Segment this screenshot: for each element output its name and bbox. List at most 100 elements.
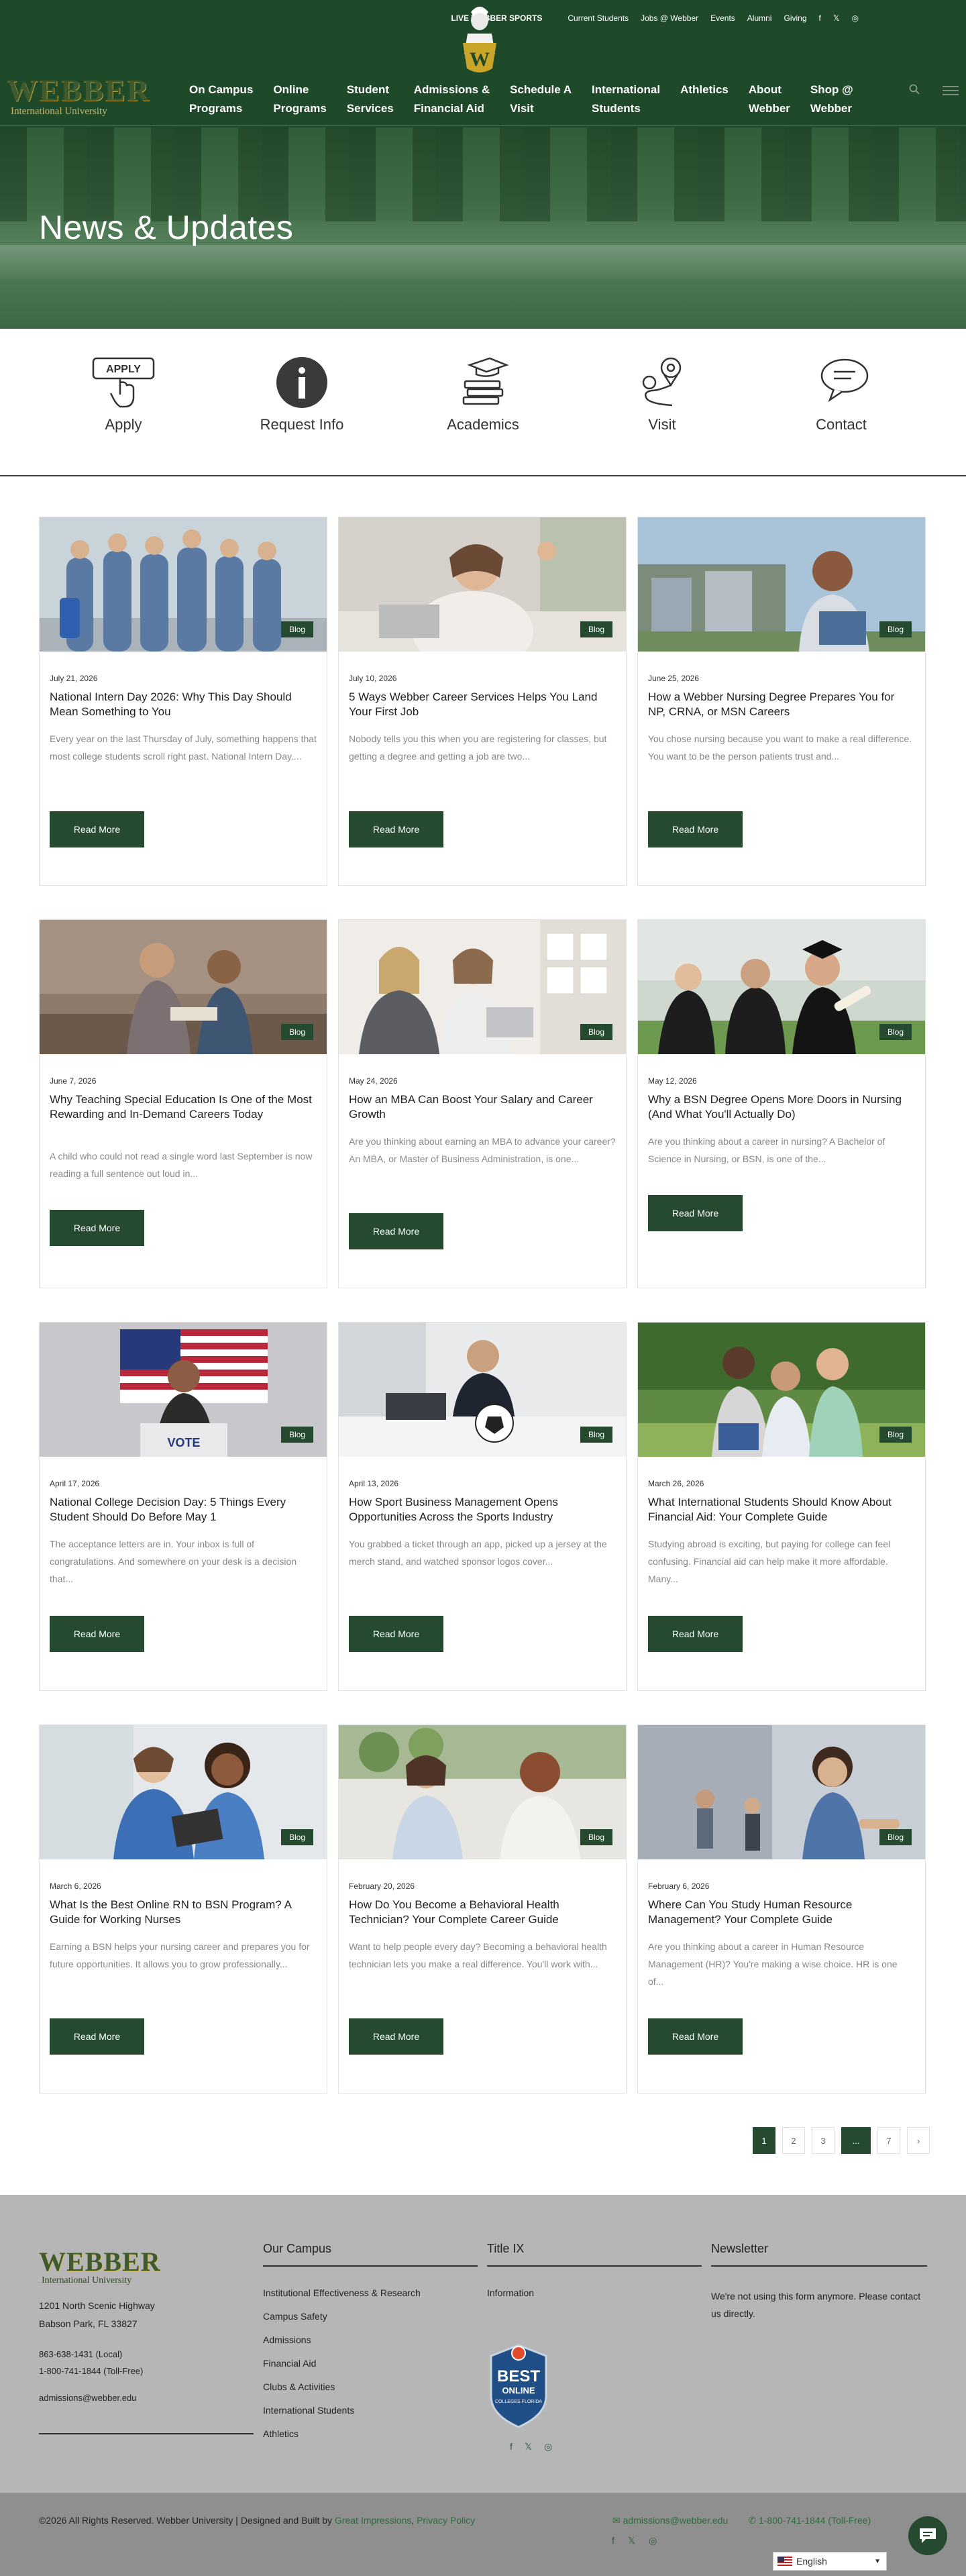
post-title[interactable]: National College Decision Day: 5 Things …	[50, 1495, 317, 1525]
category-tag[interactable]: Blog	[280, 1829, 313, 1845]
current-students-link[interactable]: Current Students	[568, 13, 629, 23]
quick-link-apply[interactable]: APPLY Apply	[56, 356, 191, 433]
category-tag[interactable]: Blog	[879, 1829, 912, 1845]
read-more-button[interactable]: Read More	[50, 1210, 144, 1246]
jobs-link[interactable]: Jobs @ Webber	[641, 13, 698, 23]
read-more-button[interactable]: Read More	[50, 1616, 144, 1652]
category-tag[interactable]: Blog	[580, 1427, 612, 1443]
nav-student-services[interactable]: Student Services	[347, 81, 394, 118]
best-online-colleges-badge[interactable]: BEST ONLINE COLLEGES FLORIDA	[487, 2344, 550, 2428]
nav-schedule-visit[interactable]: Schedule A Visit	[510, 81, 572, 118]
link-title-ix-information[interactable]: Information	[487, 2287, 534, 2298]
read-more-button[interactable]: Read More	[349, 811, 443, 847]
read-more-button[interactable]: Read More	[349, 1616, 443, 1652]
alumni-link[interactable]: Alumni	[747, 13, 772, 23]
link-admissions[interactable]: Admissions	[263, 2334, 311, 2345]
category-tag[interactable]: Blog	[879, 1427, 912, 1443]
read-more-button[interactable]: Read More	[349, 2018, 443, 2055]
read-more-button[interactable]: Read More	[50, 2018, 144, 2055]
nav-athletics[interactable]: Athletics	[680, 81, 729, 118]
nav-online-programs[interactable]: Online Programs	[273, 81, 326, 118]
link-campus-safety[interactable]: Campus Safety	[263, 2311, 327, 2322]
post-title[interactable]: Why a BSN Degree Opens More Doors in Nur…	[648, 1092, 915, 1122]
read-more-button[interactable]: Read More	[648, 2018, 743, 2055]
language-select[interactable]: English ▼	[773, 2552, 887, 2571]
page-3-button[interactable]: 3	[812, 2127, 835, 2154]
link-institutional-effectiveness[interactable]: Institutional Effectiveness & Research	[263, 2287, 421, 2298]
quick-link-label: Contact	[816, 416, 867, 433]
site-logo[interactable]: WEBBER International University	[7, 75, 150, 117]
chat-widget-button[interactable]	[908, 2516, 947, 2555]
search-icon[interactable]	[909, 84, 920, 95]
hamburger-menu-icon[interactable]	[943, 86, 959, 97]
bottom-email-link[interactable]: ✉ admissions@webber.edu	[612, 2515, 728, 2526]
twitter-icon[interactable]: 𝕏	[628, 2535, 635, 2546]
facebook-icon[interactable]: f	[510, 2441, 513, 2453]
category-tag[interactable]: Blog	[580, 1829, 612, 1845]
read-more-button[interactable]: Read More	[648, 811, 743, 847]
instagram-icon[interactable]: ◎	[649, 2535, 657, 2546]
footer-logo-subtitle: International University	[42, 2275, 132, 2285]
link-financial-aid[interactable]: Financial Aid	[263, 2358, 316, 2369]
category-tag[interactable]: Blog	[280, 621, 313, 637]
footer-logo[interactable]: WEBBER International University	[39, 2249, 161, 2286]
post-title[interactable]: How a Webber Nursing Degree Prepares You…	[648, 690, 915, 719]
read-more-button[interactable]: Read More	[349, 1213, 443, 1249]
instagram-icon[interactable]: ◎	[852, 13, 859, 23]
quick-link-visit[interactable]: Visit	[595, 356, 729, 433]
category-tag[interactable]: Blog	[879, 1024, 912, 1040]
category-tag[interactable]: Blog	[280, 1427, 313, 1443]
facebook-icon[interactable]: f	[612, 2535, 614, 2546]
post-title[interactable]: Why Teaching Special Education Is One of…	[50, 1092, 317, 1122]
designer-link[interactable]: Great Impressions	[335, 2515, 411, 2526]
page-2-button[interactable]: 2	[782, 2127, 805, 2154]
post-title[interactable]: 5 Ways Webber Career Services Helps You …	[349, 690, 616, 719]
page-1-button[interactable]: 1	[753, 2127, 775, 2154]
books-mortarboard-icon	[462, 357, 509, 405]
post-title[interactable]: Where Can You Study Human Resource Manag…	[648, 1898, 915, 1927]
facebook-icon[interactable]: f	[819, 13, 821, 23]
read-more-button[interactable]: Read More	[648, 1195, 743, 1231]
category-tag[interactable]: Blog	[580, 621, 612, 637]
post-title[interactable]: What Is the Best Online RN to BSN Progra…	[50, 1898, 317, 1927]
nav-shop[interactable]: Shop @ Webber	[810, 81, 853, 118]
link-international-students[interactable]: International Students	[263, 2405, 354, 2416]
nav-admissions[interactable]: Admissions & Financial Aid	[414, 81, 490, 118]
phone-tollfree[interactable]: 1-800-741-1844 (Toll-Free)	[39, 2363, 143, 2379]
warrior-crest-icon[interactable]: W	[451, 4, 508, 76]
page-7-button[interactable]: 7	[877, 2127, 900, 2154]
twitter-icon[interactable]: 𝕏	[833, 13, 840, 23]
news-card: Blog July 10, 2026 5 Ways Webber Career …	[338, 517, 627, 886]
quick-link-academics[interactable]: Academics	[416, 356, 550, 433]
phone-local[interactable]: 863-638-1431 (Local)	[39, 2346, 122, 2363]
instagram-icon[interactable]: ◎	[544, 2441, 552, 2453]
twitter-icon[interactable]: 𝕏	[525, 2441, 532, 2453]
read-more-button[interactable]: Read More	[648, 1616, 743, 1652]
post-title[interactable]: How Sport Business Management Opens Oppo…	[349, 1495, 616, 1525]
nav-international-students[interactable]: International Students	[592, 81, 660, 118]
page-title: News & Updates	[39, 209, 294, 246]
post-title[interactable]: National Intern Day 2026: Why This Day S…	[50, 690, 317, 719]
link-clubs-activities[interactable]: Clubs & Activities	[263, 2381, 335, 2392]
nav-on-campus-programs[interactable]: On Campus Programs	[189, 81, 253, 118]
category-tag[interactable]: Blog	[879, 621, 912, 637]
post-title[interactable]: What International Students Should Know …	[648, 1495, 915, 1525]
giving-link[interactable]: Giving	[784, 13, 806, 23]
link-athletics[interactable]: Athletics	[263, 2428, 299, 2439]
nav-about-webber[interactable]: About Webber	[749, 81, 790, 118]
category-tag[interactable]: Blog	[280, 1024, 313, 1040]
bottom-phone-link[interactable]: ✆ 1-800-741-1844 (Toll-Free)	[748, 2515, 871, 2526]
read-more-button[interactable]: Read More	[50, 811, 144, 847]
footer-email[interactable]: admissions@webber.edu	[39, 2389, 136, 2406]
post-title[interactable]: How Do You Become a Behavioral Health Te…	[349, 1898, 616, 1927]
copyright-bar: ©2026 All Rights Reserved. Webber Univer…	[0, 2493, 966, 2576]
category-tag[interactable]: Blog	[580, 1024, 612, 1040]
quick-link-contact[interactable]: Contact	[774, 356, 908, 433]
page-ellipsis[interactable]: ...	[841, 2127, 871, 2154]
hero-banner: News & Updates	[0, 127, 966, 329]
events-link[interactable]: Events	[710, 13, 735, 23]
next-page-button[interactable]: ›	[907, 2127, 930, 2154]
privacy-policy-link[interactable]: Privacy Policy	[417, 2515, 475, 2526]
post-title[interactable]: How an MBA Can Boost Your Salary and Car…	[349, 1092, 616, 1122]
quick-link-request-info[interactable]: Request Info	[235, 356, 369, 433]
